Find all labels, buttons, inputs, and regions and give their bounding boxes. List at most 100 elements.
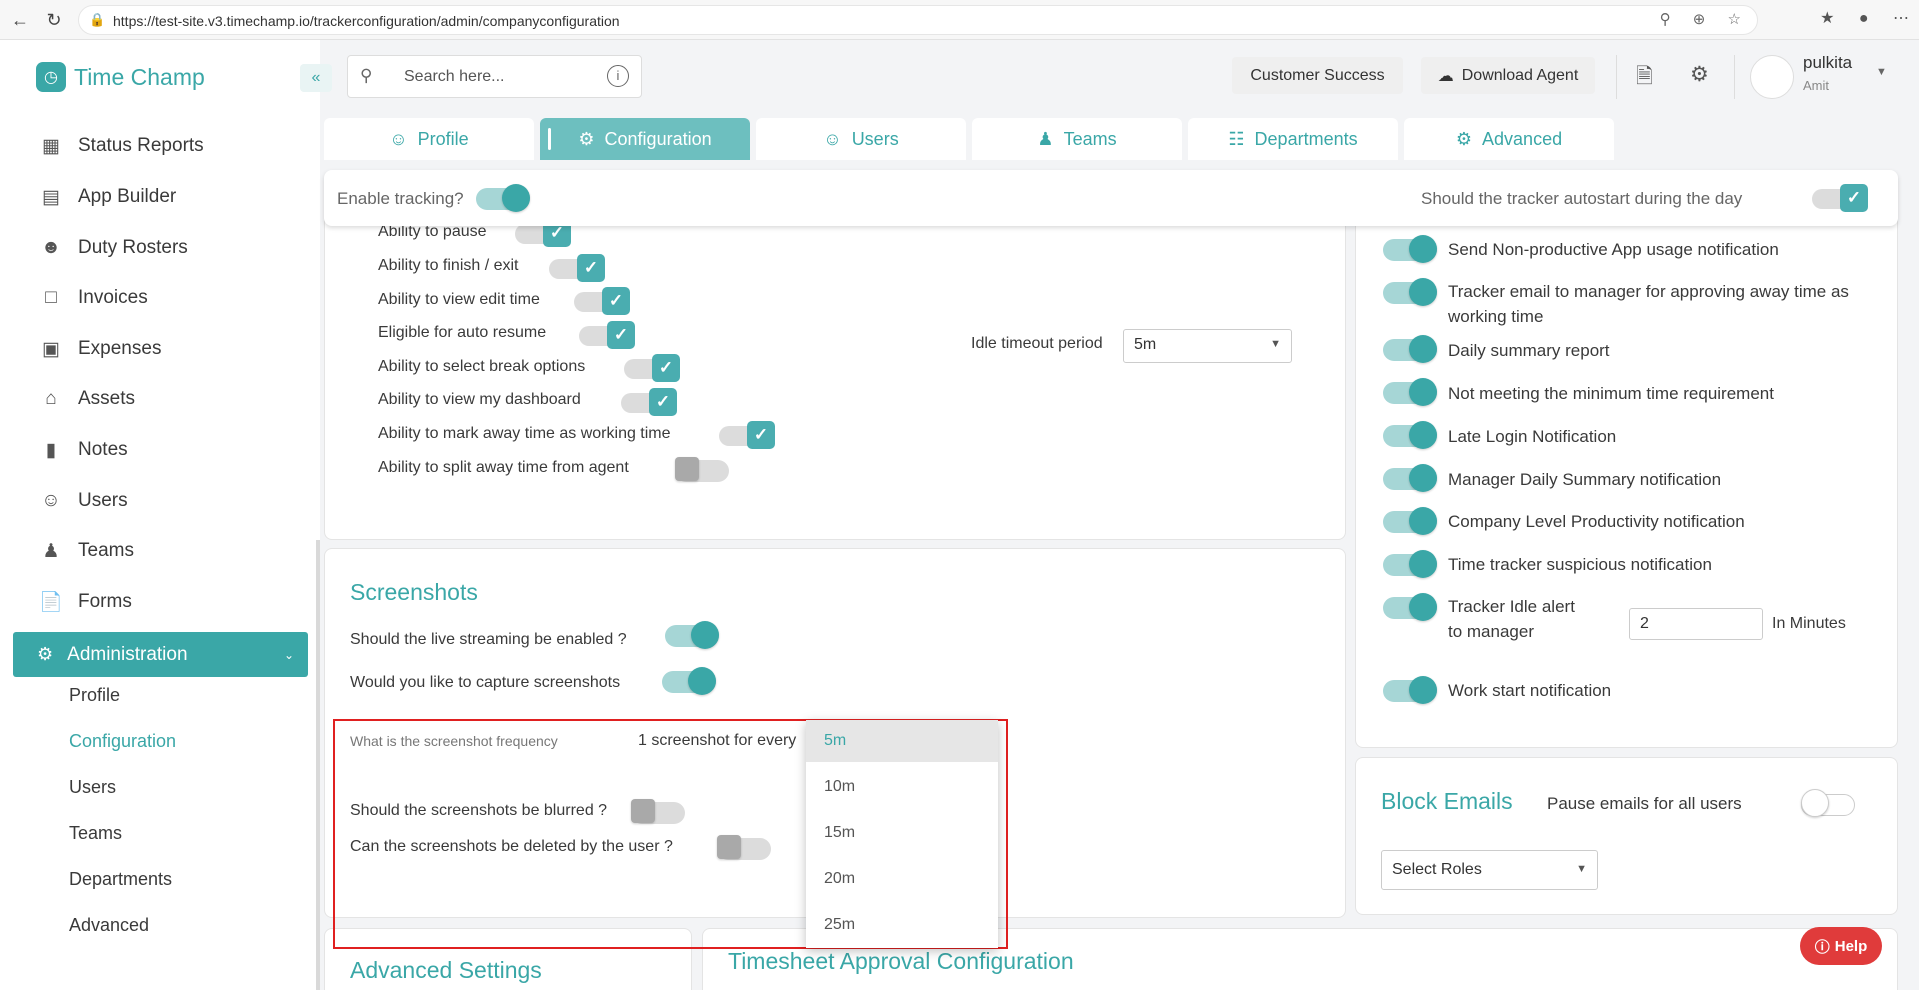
collapse-sidebar-button[interactable]: «	[300, 64, 332, 92]
ability-row-label: Ability to select break options	[378, 358, 586, 375]
bank-icon: ⌂	[45, 388, 57, 409]
split-away-toggle[interactable]	[675, 456, 729, 482]
sidebar-sub-advanced[interactable]: Advanced	[69, 915, 149, 936]
autostart-toggle[interactable]: ✓	[1812, 184, 1868, 212]
notification-label: Work start notification	[1448, 681, 1612, 700]
favorite-star-icon[interactable]: ☆	[1728, 11, 1741, 28]
autostart-label: Should the tracker autostart during the …	[1421, 189, 1743, 208]
document-icon[interactable]: 🗎	[1636, 62, 1653, 97]
cloud-download-icon: ☁	[1437, 67, 1454, 85]
notification-toggle[interactable]	[1383, 593, 1437, 621]
favorites-icon[interactable]: ★	[1820, 8, 1834, 28]
idle-alert-input[interactable]: 2	[1629, 608, 1763, 640]
sidebar-sub-profile[interactable]: Profile	[69, 685, 120, 706]
sidebar-sub-teams[interactable]: Teams	[69, 823, 122, 844]
customer-success-button[interactable]: Customer Success	[1232, 57, 1403, 94]
abilities-card: Ability to pause ✓ Ability to finish / e…	[324, 200, 1346, 540]
ability-row-label: Ability to mark away time as working tim…	[378, 425, 671, 442]
pause-emails-toggle[interactable]	[1801, 789, 1855, 817]
auto-resume-toggle[interactable]: ✓	[579, 321, 635, 349]
tab-users[interactable]: ☺ Users	[756, 118, 966, 160]
lock-icon: 🔒	[89, 12, 106, 27]
sidebar-item-notes[interactable]: ▮ Notes	[38, 435, 128, 465]
key-icon[interactable]: ⚲	[1660, 11, 1671, 28]
search-box[interactable]: ⚲ Search here... i	[347, 55, 642, 98]
tab-profile[interactable]: ☺ Profile	[324, 118, 534, 160]
tab-advanced[interactable]: ⚙ Advanced	[1404, 118, 1614, 160]
idle-timeout-select[interactable]: 5m ▼	[1123, 329, 1292, 363]
form-icon: 📄	[39, 592, 63, 613]
check-icon: ✓	[652, 354, 680, 382]
ability-finish-toggle[interactable]: ✓	[549, 254, 605, 282]
sidebar-scrollbar[interactable]	[316, 540, 320, 990]
download-agent-button[interactable]: ☁ Download Agent	[1421, 57, 1595, 94]
ability-row-label: Eligible for auto resume	[378, 324, 547, 341]
tab-departments[interactable]: ☷ Departments	[1188, 118, 1398, 160]
dropdown-option-10m[interactable]: 10m	[806, 766, 998, 808]
check-icon: ✓	[577, 254, 605, 282]
dropdown-option-20m[interactable]: 20m	[806, 858, 998, 900]
browser-toolbar: ← ↻ 🔒 https://test-site.v3.timechamp.io/…	[0, 0, 1919, 40]
avatar[interactable]	[1750, 55, 1794, 99]
notification-toggle[interactable]	[1383, 464, 1437, 492]
screenshots-title: Screenshots	[350, 579, 478, 605]
user-plus-icon: ☻	[41, 237, 61, 258]
notification-toggle[interactable]	[1383, 278, 1437, 306]
view-dashboard-toggle[interactable]: ✓	[621, 388, 677, 416]
sidebar-item-app-builder[interactable]: ▤ App Builder	[38, 182, 176, 212]
reload-icon[interactable]: ↻	[42, 8, 66, 32]
notification-toggle[interactable]	[1383, 235, 1437, 263]
tab-teams[interactable]: ♟ Teams	[972, 118, 1182, 160]
ability-row-label: Ability to finish / exit	[378, 257, 519, 274]
sidebar-item-duty-rosters[interactable]: ☻ Duty Rosters	[38, 233, 188, 263]
ability-view-edit-toggle[interactable]: ✓	[574, 287, 630, 315]
sidebar-sub-configuration[interactable]: Configuration	[69, 731, 176, 752]
dropdown-option-5m[interactable]: 5m	[806, 720, 998, 762]
sidebar-item-invoices[interactable]: □ Invoices	[38, 283, 147, 313]
sidebar-item-expenses[interactable]: ▣ Expenses	[38, 334, 161, 364]
notification-toggle[interactable]	[1383, 335, 1437, 363]
back-icon[interactable]: ←	[8, 8, 32, 32]
search-input[interactable]: Search here...	[404, 68, 505, 86]
notification-toggle[interactable]	[1383, 421, 1437, 449]
url-text: https://test-site.v3.timechamp.io/tracke…	[113, 13, 620, 29]
capture-screenshots-toggle[interactable]	[662, 667, 716, 695]
notification-toggle[interactable]	[1383, 507, 1437, 535]
check-icon: ✓	[602, 287, 630, 315]
sidebar-item-assets[interactable]: ⌂ Assets	[38, 384, 135, 414]
app-logo[interactable]: ◷ Time Champ	[36, 62, 205, 92]
away-as-working-toggle[interactable]: ✓	[719, 421, 775, 449]
sidebar-item-forms[interactable]: 📄 Forms	[38, 587, 132, 617]
zoom-icon[interactable]: ⊕	[1693, 11, 1706, 28]
dropdown-option-25m[interactable]: 25m	[806, 904, 998, 946]
select-roles-dropdown[interactable]: Select Roles ▼	[1381, 850, 1598, 890]
more-icon[interactable]: ⋯	[1893, 8, 1909, 28]
notification-toggle[interactable]	[1383, 676, 1437, 704]
profile-icon[interactable]: ●	[1859, 10, 1869, 28]
sidebar-sub-users[interactable]: Users	[69, 777, 116, 798]
settings-icon[interactable]: ⚙	[1690, 62, 1709, 87]
info-icon[interactable]: i	[607, 65, 629, 87]
address-bar[interactable]: 🔒 https://test-site.v3.timechamp.io/trac…	[78, 5, 1758, 35]
dropdown-option-15m[interactable]: 15m	[806, 812, 998, 854]
user-icon: ☺	[41, 490, 61, 511]
sidebar-item-users[interactable]: ☺ Users	[38, 486, 127, 516]
tab-configuration[interactable]: ⚙ Configuration	[540, 118, 750, 160]
sidebar-item-administration[interactable]: ⚙ Administration ⌄	[13, 632, 308, 677]
pause-emails-label: Pause emails for all users	[1547, 794, 1742, 813]
frequency-dropdown[interactable]: 5m 10m 15m 20m 25m	[806, 720, 998, 948]
divider	[1616, 55, 1617, 99]
help-button[interactable]: ⓘ Help	[1800, 927, 1882, 965]
sidebar-item-teams[interactable]: ♟ Teams	[38, 536, 134, 566]
break-options-toggle[interactable]: ✓	[624, 354, 680, 382]
enable-tracking-toggle[interactable]	[476, 184, 530, 212]
notification-toggle[interactable]	[1383, 378, 1437, 406]
user-name[interactable]: pulkita	[1803, 53, 1852, 73]
live-streaming-toggle[interactable]	[665, 621, 719, 649]
sidebar-item-status-reports[interactable]: ▦ Status Reports	[38, 131, 204, 161]
sidebar-sub-departments[interactable]: Departments	[69, 869, 172, 890]
chevron-down-icon[interactable]: ▼	[1876, 66, 1887, 78]
divider	[1734, 55, 1735, 99]
check-icon: ✓	[1840, 184, 1868, 212]
notification-toggle[interactable]	[1383, 550, 1437, 578]
